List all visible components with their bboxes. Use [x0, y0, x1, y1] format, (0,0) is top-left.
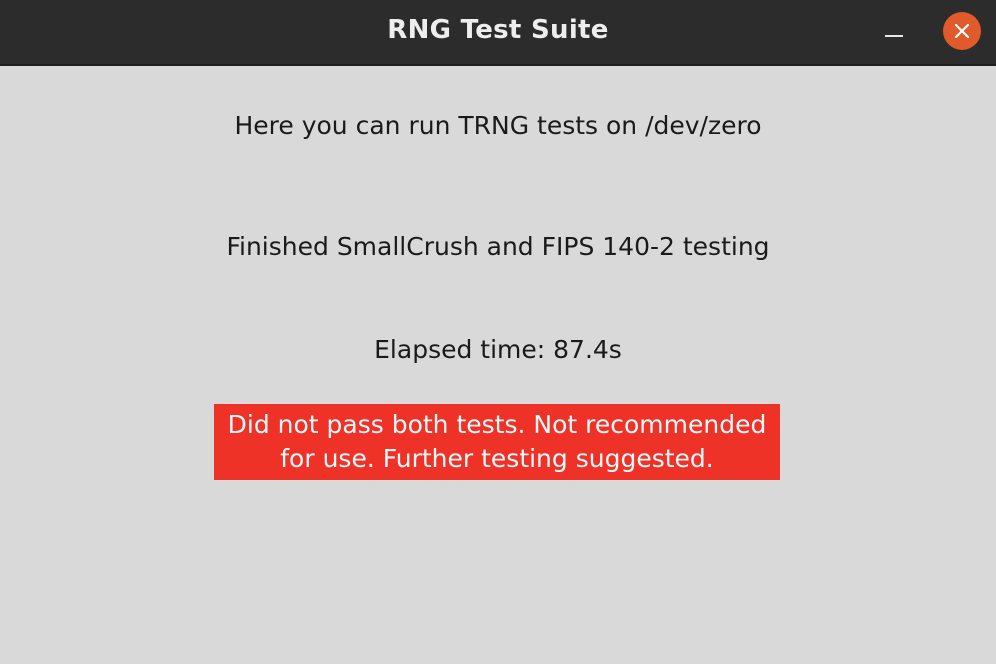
main-content: Here you can run TRNG tests on /dev/zero…	[0, 66, 996, 664]
minimize-icon	[885, 35, 903, 37]
window-title: RNG Test Suite	[387, 15, 609, 45]
elapsed-time-label: Elapsed time: 87.4s	[374, 335, 622, 364]
minimize-button[interactable]	[878, 14, 912, 50]
result-line-2: for use. Further testing suggested.	[280, 444, 714, 473]
status-label: Finished SmallCrush and FIPS 140-2 testi…	[226, 232, 770, 261]
close-icon	[954, 23, 970, 39]
result-warning-banner: Did not pass both tests. Not recommended…	[214, 404, 780, 480]
app-window: RNG Test Suite Here you can run TRNG tes…	[0, 0, 996, 664]
title-bar[interactable]: RNG Test Suite	[0, 0, 996, 66]
close-button[interactable]	[943, 12, 981, 50]
result-line-1: Did not pass both tests. Not recommended	[227, 410, 767, 439]
intro-label: Here you can run TRNG tests on /dev/zero	[234, 111, 762, 140]
